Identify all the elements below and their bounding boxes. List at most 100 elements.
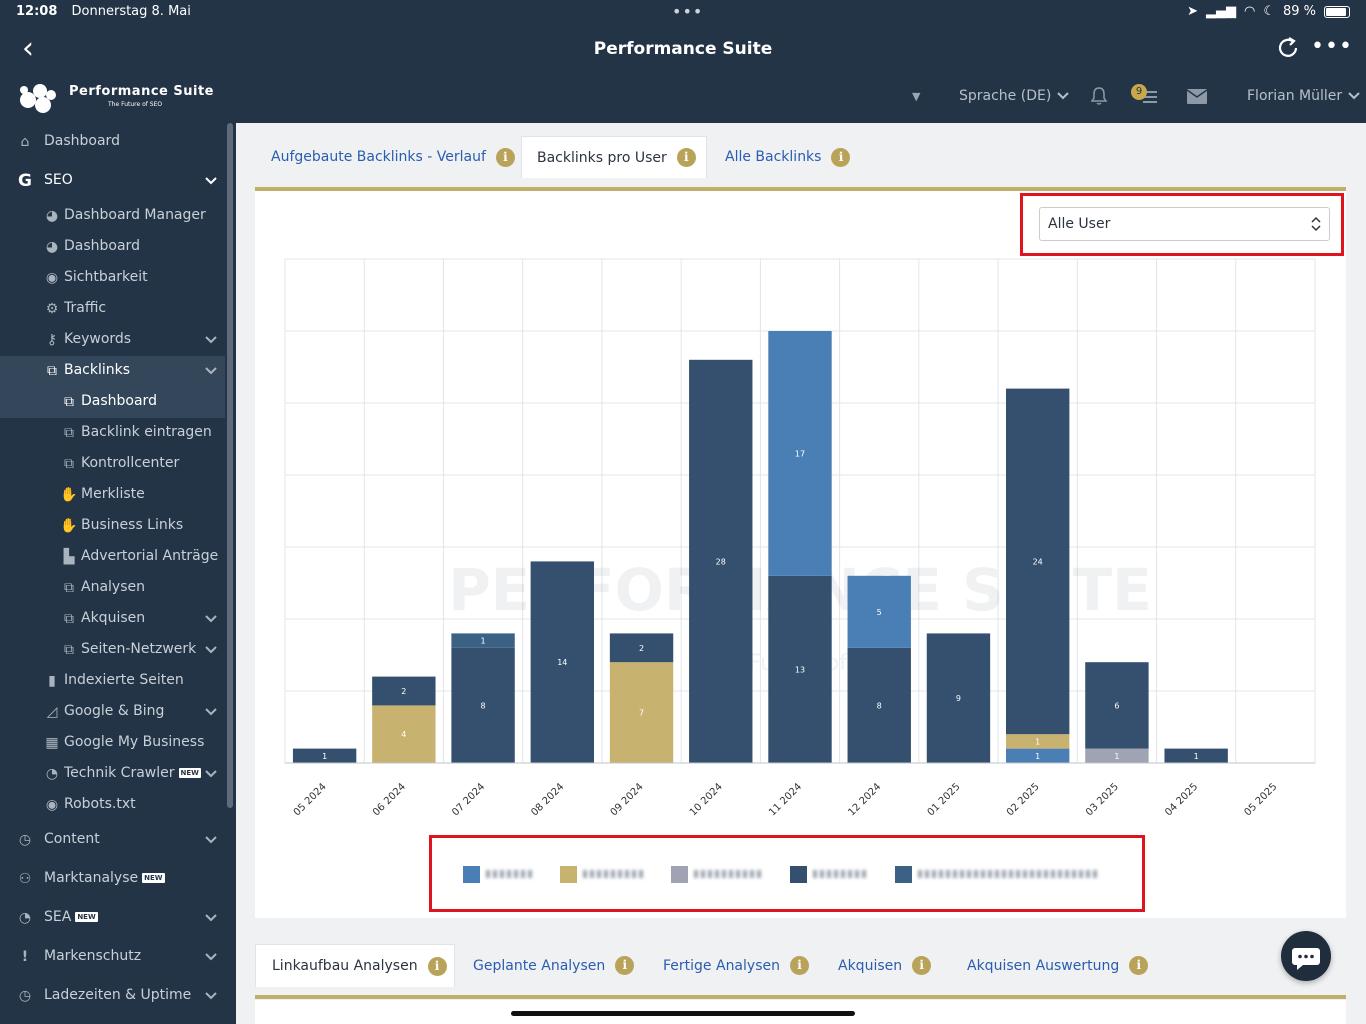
chart-bar-value-label: 5	[877, 608, 882, 617]
tab-akquisen[interactable]: Akquisen i	[838, 944, 932, 987]
info-icon[interactable]: i	[789, 956, 809, 975]
tab-label: Fertige Analysen	[663, 957, 780, 974]
sidebar-item-traffic[interactable]: ⚙ Traffic	[0, 294, 225, 325]
language-label: Sprache (DE)	[959, 88, 1052, 104]
sidebar-item-sichtbarkeit[interactable]: ◉ Sichtbarkeit	[0, 263, 225, 294]
x-axis-tick-label: 01 2025	[926, 781, 963, 818]
caret-down-icon[interactable]: ▼	[912, 90, 920, 103]
chart-bar-value-label: 4	[401, 730, 406, 739]
legend-label-redacted	[813, 870, 869, 878]
multitask-dots-icon[interactable]: •••	[672, 2, 703, 21]
chart-bar-value-label: 1	[1194, 752, 1199, 761]
legend-item[interactable]	[790, 865, 869, 883]
sidebar-item-label: Dashboard	[81, 393, 157, 409]
legend-item[interactable]	[463, 865, 534, 883]
legend-item[interactable]	[671, 865, 764, 883]
sidebar-item-label: Technik Crawler NEW	[64, 765, 201, 781]
info-icon[interactable]: i	[676, 148, 696, 167]
sidebar-scrollbar[interactable]	[227, 123, 233, 808]
info-icon[interactable]: i	[495, 147, 515, 167]
sidebar-item-label: Backlinks	[64, 362, 131, 378]
legend-swatch	[463, 865, 480, 883]
chat-button[interactable]	[1281, 931, 1331, 981]
info-icon[interactable]: i	[912, 956, 932, 975]
x-axis-tick-label: 03 2025	[1084, 781, 1121, 818]
sidebar-item-label: Backlink eintragen	[81, 424, 212, 440]
sidebar-item-analysen[interactable]: ⧉ Analysen	[0, 573, 225, 604]
sidebar-item-label: Dashboard Manager	[64, 207, 206, 223]
sidebar-item-sea[interactable]: ◔ SEA NEW	[0, 903, 225, 934]
chevron-down-icon	[1348, 92, 1360, 100]
user-select[interactable]: Alle User	[1039, 207, 1330, 241]
sidebar-item-keywords[interactable]: ⚷ Keywords	[0, 325, 225, 356]
sidebar-item-merkliste[interactable]: ✋ Merkliste	[0, 480, 225, 511]
tab-aufgebaute-backlinks[interactable]: Aufgebaute Backlinks - Verlauf i	[271, 136, 515, 178]
sidebar-item-label: Business Links	[81, 517, 184, 533]
sidebar-item-advertorial-antraege[interactable]: ▙ Advertorial Anträge	[0, 542, 225, 573]
sidebar-item-ladezeiten-uptime[interactable]: ◷ Ladezeiten & Uptime	[0, 981, 225, 1012]
user-menu[interactable]: Florian Müller	[1247, 88, 1360, 104]
sidebar-item-label: Content	[44, 831, 100, 847]
handshake-icon: ✋	[60, 518, 78, 534]
tab-linkaufbau-analysen[interactable]: Linkaufbau Analysen i	[255, 944, 455, 987]
tab-label: Aufgebaute Backlinks - Verlauf	[271, 149, 486, 165]
legend-item[interactable]	[895, 865, 1098, 883]
sidebar-item-dashboard[interactable]: ⌂ Dashboard	[0, 127, 225, 158]
reload-icon[interactable]	[1275, 35, 1301, 61]
mail-icon[interactable]	[1187, 89, 1207, 104]
sidebar: ⌂ Dashboard G SEO ◕ Dashboard Manager ◕ …	[0, 123, 236, 1024]
x-axis-tick-label: 06 2024	[371, 781, 408, 818]
sidebar-item-label: Sichtbarkeit	[64, 269, 148, 285]
tab-akquisen-auswertung[interactable]: Akquisen Auswertung i	[967, 944, 1149, 987]
info-icon[interactable]: i	[1129, 956, 1149, 975]
sidebar-item-google-bing[interactable]: ◿ Google & Bing	[0, 697, 225, 728]
tab-label: Geplante Analysen	[473, 957, 606, 974]
tab-backlinks-pro-user[interactable]: Backlinks pro User i	[521, 136, 707, 178]
tab-geplante-analysen[interactable]: Geplante Analysen i	[473, 944, 635, 987]
sidebar-item-backlink-eintragen[interactable]: ⧉ Backlink eintragen	[0, 418, 225, 449]
brand-logo[interactable]: Performance Suite The Future of SEO	[18, 80, 218, 116]
info-icon[interactable]: i	[427, 956, 447, 976]
sidebar-item-seo-dashboard[interactable]: ◕ Dashboard	[0, 232, 225, 263]
more-dots-icon[interactable]: •••	[1311, 34, 1353, 59]
tab-alle-backlinks[interactable]: Alle Backlinks i	[725, 136, 851, 178]
sidebar-item-business-links[interactable]: ✋ Business Links	[0, 511, 225, 542]
new-badge: NEW	[142, 873, 165, 883]
exclamation-icon: !	[21, 949, 29, 965]
sidebar-item-backlinks[interactable]: ⧉ Backlinks	[0, 356, 225, 387]
sidebar-item-dashboard-manager[interactable]: ◕ Dashboard Manager	[0, 201, 225, 232]
status-bar: 12:08 Donnerstag 8. Mai	[16, 4, 191, 19]
sidebar-item-robots-txt[interactable]: ◉ Robots.txt	[0, 790, 225, 821]
sidebar-item-label: Markenschutz	[44, 948, 142, 964]
sidebar-item-akquisen[interactable]: ⧉ Akquisen	[0, 604, 225, 635]
bell-icon[interactable]	[1089, 86, 1109, 106]
area-chart-icon: ◿	[46, 704, 58, 720]
sidebar-item-text: Technik Crawler	[64, 765, 175, 781]
sidebar-item-kontrollcenter[interactable]: ⧉ Kontrollcenter	[0, 449, 225, 480]
x-axis-tick-label: 10 2024	[688, 781, 725, 818]
info-icon[interactable]: i	[831, 147, 851, 167]
tasks-button[interactable]: 9	[1131, 84, 1159, 108]
legend-item[interactable]	[560, 865, 645, 883]
sidebar-item-indexierte-seiten[interactable]: ▮ Indexierte Seiten	[0, 666, 225, 697]
sidebar-item-seo[interactable]: G SEO	[0, 166, 225, 197]
info-icon[interactable]: i	[615, 956, 635, 975]
sidebar-item-google-my-business[interactable]: ▦ Google My Business	[0, 728, 225, 759]
chart-legend	[433, 839, 1142, 909]
sidebar-item-marktanalyse[interactable]: ⚇ Marktanalyse NEW	[0, 864, 225, 895]
chart-bar-value-label: 1	[1114, 752, 1119, 761]
tab-fertige-analysen[interactable]: Fertige Analysen i	[663, 944, 809, 987]
new-badge: NEW	[178, 768, 201, 778]
external-link-icon: ⧉	[64, 642, 74, 658]
store-icon: ▦	[45, 735, 59, 751]
dashboard-icon: ◕	[45, 239, 59, 255]
sidebar-item-technik-crawler[interactable]: ◔ Technik Crawler NEW	[0, 759, 225, 790]
dashboard-icon: ◕	[45, 208, 59, 224]
sidebar-item-backlinks-dashboard[interactable]: ⧉ Dashboard	[0, 387, 225, 418]
sidebar-item-content[interactable]: ◷ Content	[0, 825, 225, 856]
sidebar-item-label: Marktanalyse NEW	[44, 870, 165, 886]
sidebar-item-markenschutz[interactable]: ! Markenschutz	[0, 942, 225, 973]
chart-bar-value-label: 24	[1033, 557, 1043, 566]
language-dropdown[interactable]: Sprache (DE)	[959, 88, 1070, 104]
sidebar-item-seiten-netzwerk[interactable]: ⧉ Seiten-Netzwerk	[0, 635, 225, 666]
